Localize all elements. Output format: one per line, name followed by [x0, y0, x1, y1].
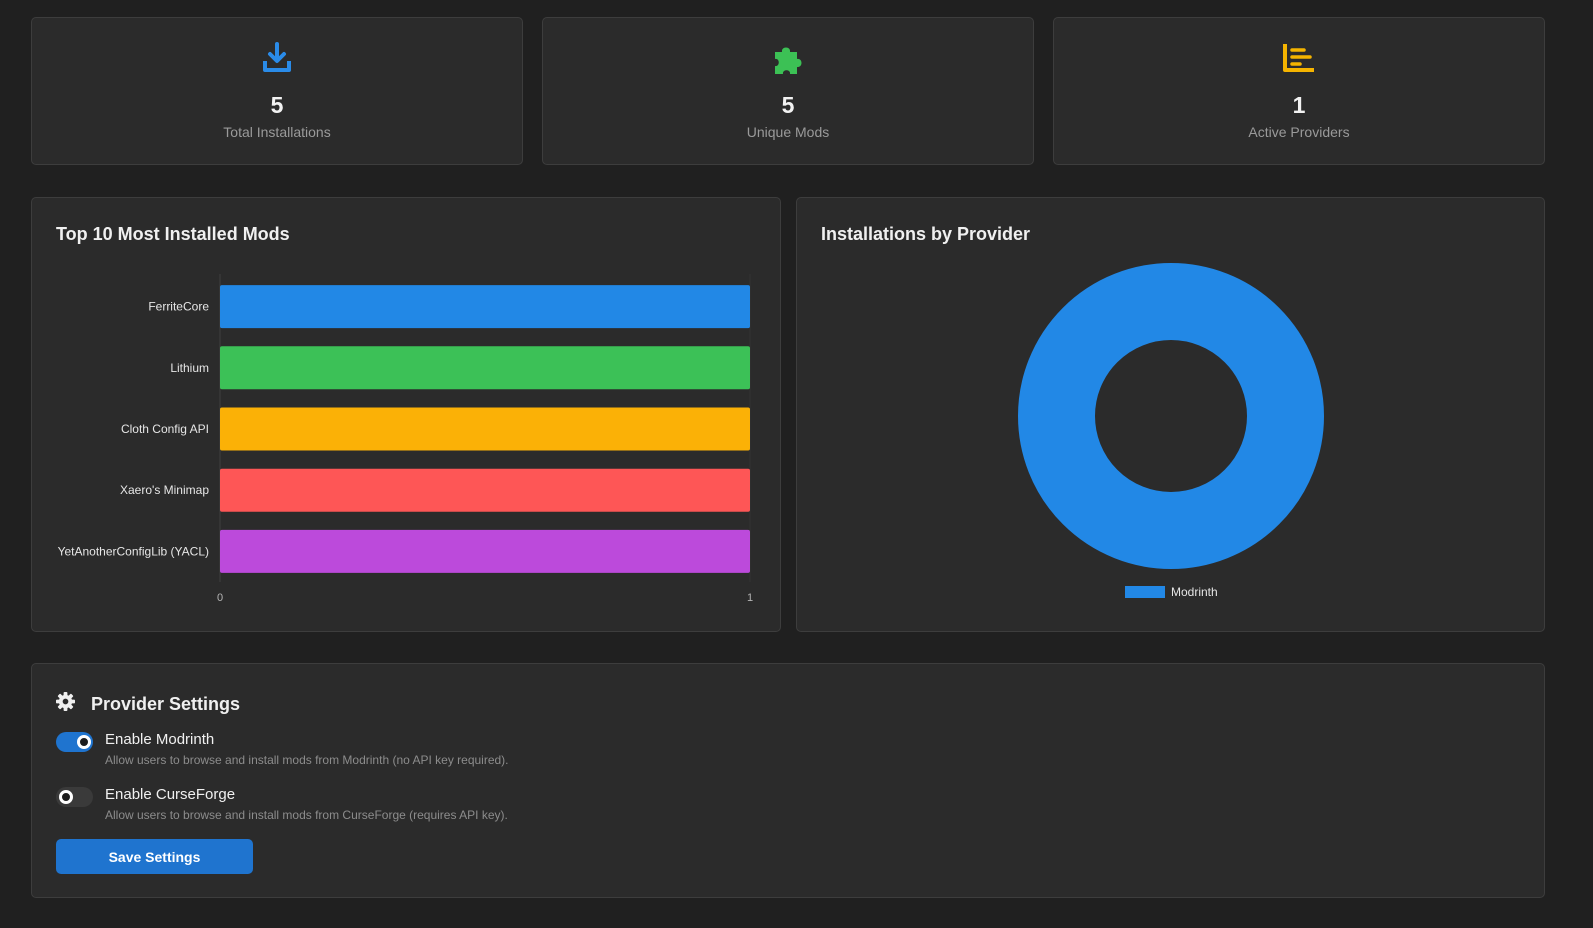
- legend-swatch: [1125, 586, 1165, 598]
- save-settings-button[interactable]: Save Settings: [56, 839, 253, 874]
- gear-icon: [56, 692, 75, 716]
- bar-label: Cloth Config API: [121, 422, 209, 436]
- bar-label: Lithium: [170, 361, 209, 375]
- legend-label: Modrinth: [1171, 585, 1218, 599]
- providers-panel: Installations by Provider Modrinth: [796, 197, 1545, 632]
- x-tick-label: 0: [217, 592, 223, 604]
- stat-value: 1: [1292, 92, 1306, 118]
- bar-3[interactable]: [220, 468, 750, 512]
- modrinth-setting: Enable Modrinth Allow users to browse an…: [56, 730, 509, 767]
- stat-label: Active Providers: [1248, 124, 1350, 140]
- bar-4[interactable]: [220, 529, 750, 573]
- top-mods-panel: Top 10 Most Installed Mods FerriteCore Li…: [31, 197, 781, 632]
- puzzle-icon: [543, 42, 1033, 76]
- curseforge-toggle-label[interactable]: Enable CurseForge: [105, 785, 508, 805]
- stat-card-active-providers: 1 Active Providers: [1053, 17, 1545, 165]
- stat-label: Total Installations: [223, 124, 331, 140]
- stat-card-unique-mods: 5 Unique Mods: [542, 17, 1034, 165]
- x-tick-label: 1: [747, 592, 753, 604]
- modrinth-toggle[interactable]: [56, 732, 93, 752]
- curseforge-setting: Enable CurseForge Allow users to browse …: [56, 785, 508, 822]
- modrinth-toggle-label[interactable]: Enable Modrinth: [105, 730, 509, 750]
- bar-1[interactable]: [220, 346, 750, 390]
- bar-label: Xaero's Minimap: [120, 483, 209, 497]
- stat-label: Unique Mods: [746, 124, 830, 140]
- bar-label: YetAnotherConfigLib (YACL): [58, 544, 209, 558]
- stat-value: 5: [781, 92, 795, 118]
- list-chart-icon: [1054, 42, 1544, 76]
- bar-2[interactable]: [220, 407, 750, 451]
- provider-settings-panel: Provider Settings Enable Modrinth Allow …: [31, 663, 1545, 898]
- bar-0[interactable]: [220, 285, 750, 329]
- donut-slice-0[interactable]: [1018, 263, 1324, 569]
- curseforge-toggle-description: Allow users to browse and install mods f…: [105, 808, 508, 822]
- settings-header: Provider Settings: [56, 692, 240, 716]
- top-mods-bar-chart: FerriteCore Lithium Cloth Config API Xaero'…: [58, 274, 753, 604]
- modrinth-toggle-description: Allow users to browse and install mods f…: [105, 753, 509, 767]
- stat-card-total-installations: 5 Total Installations: [31, 17, 523, 165]
- download-icon: [32, 42, 522, 76]
- stat-value: 5: [270, 92, 284, 118]
- curseforge-toggle[interactable]: [56, 787, 93, 807]
- settings-title: Provider Settings: [91, 693, 241, 714]
- bar-label: FerriteCore: [148, 300, 209, 314]
- providers-doughnut-chart: Modrinth: [1018, 263, 1324, 599]
